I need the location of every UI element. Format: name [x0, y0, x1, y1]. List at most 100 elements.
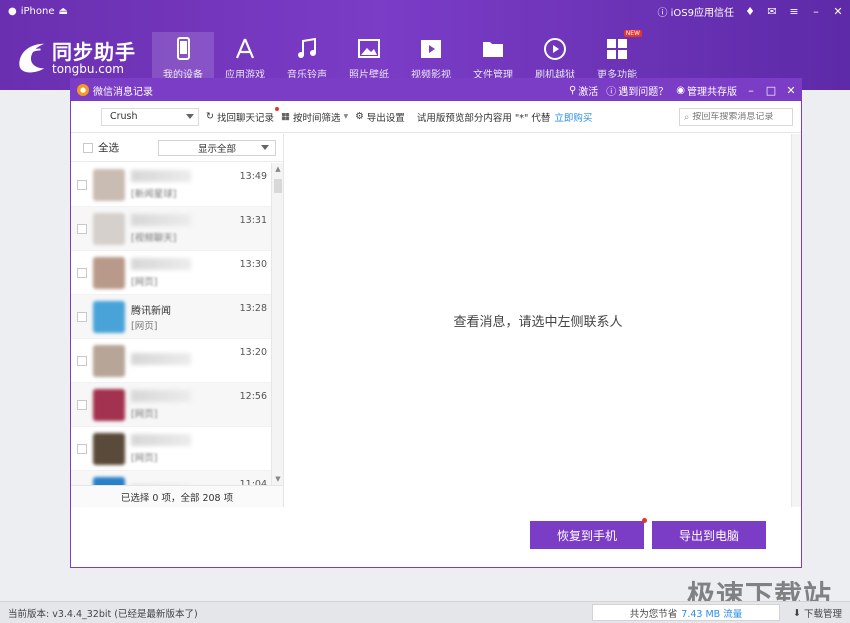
- select-all-checkbox[interactable]: [83, 142, 93, 153]
- contact-name: [131, 169, 191, 182]
- device-selector[interactable]: ● iPhone ⏏: [8, 6, 68, 17]
- recover-chat-label: 找回聊天记录: [216, 112, 274, 124]
- activate-link[interactable]: ⚲ 激活: [569, 83, 598, 98]
- message-scrollbar[interactable]: [791, 134, 801, 507]
- time-filter-button[interactable]: ▦ 按时间筛选 ▾: [281, 110, 348, 124]
- contact-last-message: [新闻星球]: [131, 188, 177, 200]
- dialog-minimize-button[interactable]: –: [745, 84, 757, 97]
- contact-info: [新闻星球]: [131, 169, 241, 200]
- export-settings-label: 导出设置: [366, 112, 405, 124]
- close-button[interactable]: ✕: [832, 5, 844, 18]
- contact-checkbox[interactable]: [77, 311, 87, 322]
- help-icon: ⓘ: [606, 86, 617, 98]
- trial-notice: 试用版预览部分内容用 "*" 代替: [416, 112, 551, 124]
- scroll-thumb[interactable]: [274, 179, 282, 193]
- avatar: [93, 476, 125, 485]
- nav-apps[interactable]: 应用游戏: [214, 32, 276, 82]
- ios9-trust-link[interactable]: ⓘ iOS9应用信任: [657, 4, 734, 19]
- contact-row[interactable]: 13:20: [71, 339, 271, 383]
- empty-hint: 查看消息，请选中左侧联系人: [453, 315, 623, 330]
- restore-to-phone-button[interactable]: 恢复到手机: [530, 518, 647, 549]
- dialog-title-bar: ● 微信消息记录 ⚲ 激活 ⓘ 遇到问题？ ◉ 管理共存版 – □ ✕: [71, 79, 801, 101]
- shirt-icon[interactable]: ♦: [744, 5, 756, 18]
- nav-device[interactable]: 我的设备: [152, 32, 214, 82]
- message-pane: 查看消息，请选中左侧联系人: [285, 134, 791, 507]
- contact-time: 13:28: [239, 303, 267, 314]
- nav-more[interactable]: NEW 更多功能: [586, 30, 648, 82]
- contact-scrollbar[interactable]: ▲ ▼: [271, 163, 283, 485]
- avatar: [93, 432, 125, 465]
- message-icon[interactable]: ✉: [766, 5, 778, 18]
- avatar: [93, 300, 125, 333]
- dialog-maximize-button[interactable]: □: [765, 84, 777, 97]
- recover-chat-button[interactable]: ↻ 找回聊天记录: [206, 106, 279, 124]
- nav-flash[interactable]: 刷机越狱: [524, 32, 586, 82]
- shared-version-link[interactable]: ◉ 管理共存版: [676, 83, 737, 98]
- gear-icon: ⚙: [355, 111, 364, 122]
- filter-value: 显示全部: [197, 144, 236, 155]
- app-header: ● iPhone ⏏ ⓘ iOS9应用信任 ♦ ✉ ≡ – ✕ 同步助手 ton…: [0, 0, 850, 90]
- account-dropdown[interactable]: Crush: [101, 107, 199, 126]
- message-search[interactable]: ⌕: [679, 108, 793, 126]
- chevron-down-icon: [261, 145, 269, 150]
- contact-row[interactable]: [网页] 12:56: [71, 383, 271, 427]
- contact-name: [131, 433, 191, 446]
- contact-last-message: [网页]: [131, 276, 158, 288]
- menu-icon[interactable]: ≡: [788, 5, 800, 18]
- help-link[interactable]: ⓘ 遇到问题？: [606, 83, 668, 98]
- avatar: [93, 256, 125, 289]
- contact-checkbox[interactable]: [77, 443, 87, 454]
- contact-last-message: [网页]: [131, 452, 158, 464]
- contact-row[interactable]: [新闻星球] 13:49: [71, 163, 271, 207]
- new-badge: NEW: [623, 30, 642, 37]
- contact-checkbox[interactable]: [77, 223, 87, 234]
- buy-now-link[interactable]: 立即购买: [554, 110, 592, 124]
- contact-row[interactable]: [网页] 13:30: [71, 251, 271, 295]
- notification-dot: [274, 106, 279, 111]
- scroll-up-icon[interactable]: ▲: [274, 165, 282, 173]
- contact-checkbox[interactable]: [77, 179, 87, 190]
- phone-icon: [177, 37, 190, 60]
- avatar: [93, 212, 125, 245]
- dialog-close-button[interactable]: ✕: [785, 84, 797, 97]
- nav-photos[interactable]: 照片壁纸: [338, 32, 400, 82]
- contact-checkbox[interactable]: [77, 355, 87, 366]
- eject-icon: ⏏: [58, 5, 68, 17]
- nav-files[interactable]: 文件管理: [462, 32, 524, 82]
- search-input[interactable]: [692, 112, 789, 122]
- traffic-value: 7.43 MB 流量: [681, 608, 743, 620]
- folder-icon: [483, 42, 503, 57]
- export-settings-button[interactable]: ⚙ 导出设置: [355, 110, 405, 124]
- minimize-button[interactable]: –: [810, 5, 822, 18]
- contact-checkbox[interactable]: [77, 267, 87, 278]
- avatar: [93, 168, 125, 201]
- select-all-label: 全选: [98, 142, 119, 154]
- content-area: 全选 显示全部 [新闻星球] 13:49 [视频聊天] 13:31 [网页] 1…: [71, 134, 801, 507]
- scroll-down-icon[interactable]: ▼: [274, 475, 282, 483]
- contact-info: [131, 352, 241, 369]
- contact-name: [131, 213, 191, 226]
- nav-music[interactable]: 音乐铃声: [276, 32, 338, 82]
- export-to-pc-button[interactable]: 导出到电脑: [652, 521, 766, 549]
- contact-row[interactable]: 腾讯新闻 [网页] 13:28: [71, 295, 271, 339]
- time-filter-label: 按时间筛选: [292, 112, 341, 124]
- contact-row[interactable]: [视频聊天] 13:31: [71, 207, 271, 251]
- film-icon: [421, 40, 441, 58]
- download-manager-button[interactable]: ⬇ 下载管理: [793, 606, 842, 621]
- ios9-trust-label: iOS9应用信任: [670, 7, 734, 19]
- search-icon: ⌕: [684, 111, 690, 123]
- contact-checkbox[interactable]: [77, 399, 87, 410]
- contact-name: [131, 257, 191, 270]
- filter-dropdown[interactable]: 显示全部: [158, 140, 276, 156]
- toolbar: Crush ↻ 找回聊天记录 ▦ 按时间筛选 ▾ ⚙ 导出设置 试用版预览部分内…: [71, 101, 801, 133]
- refresh-icon: ↻: [206, 111, 214, 122]
- notification-dot: [642, 518, 647, 523]
- nav-video[interactable]: 视频影视: [400, 32, 462, 82]
- contact-last-message: [视频聊天]: [131, 232, 177, 244]
- download-manager-label: 下载管理: [803, 609, 842, 620]
- contact-name: [131, 389, 191, 402]
- contact-row[interactable]: 11:04: [71, 471, 271, 485]
- contact-row[interactable]: [网页]: [71, 427, 271, 471]
- activate-label: 激活: [578, 86, 599, 98]
- device-name: iPhone: [20, 5, 55, 17]
